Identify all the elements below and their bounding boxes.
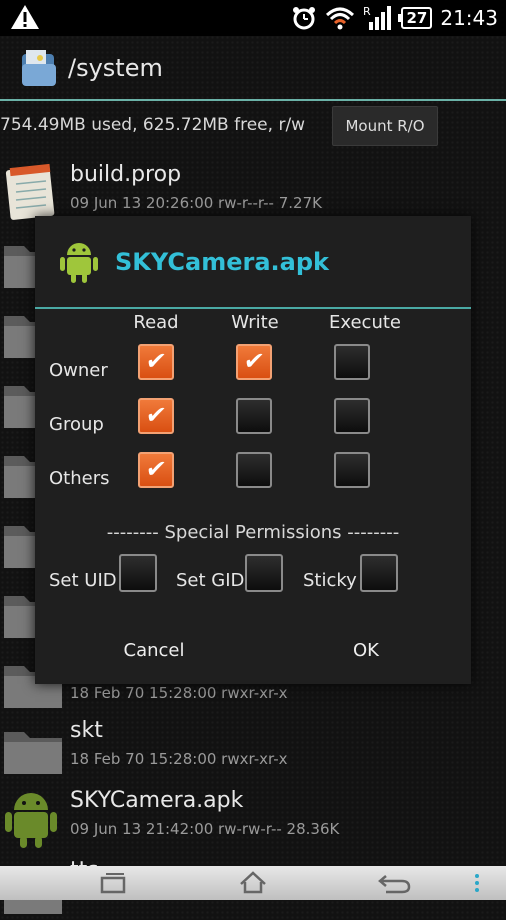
home-icon[interactable] <box>238 870 268 896</box>
others-read-checkbox[interactable] <box>138 452 174 488</box>
file-row[interactable]: SKYCamera.apk 09 Jun 13 21:42:00 rw-rw-r… <box>0 782 506 850</box>
set-uid-checkbox[interactable] <box>119 554 157 592</box>
file-meta: 09 Jun 13 21:42:00 rw-rw-r-- 28.36K <box>70 820 340 838</box>
file-meta: 09 Jun 13 20:26:00 rw-r--r-- 7.27K <box>70 194 322 212</box>
dialog-divider <box>35 307 471 309</box>
group-read-checkbox[interactable] <box>138 398 174 434</box>
permissions-dialog: SKYCamera.apk Read Write Execute Owner G… <box>35 216 471 684</box>
column-write: Write <box>231 312 279 333</box>
file-name: SKYCamera.apk <box>70 788 244 813</box>
others-execute-checkbox[interactable] <box>334 452 370 488</box>
file-row[interactable]: build.prop 09 Jun 13 20:26:00 rw-r--r-- … <box>0 156 506 224</box>
folder-home-icon[interactable] <box>20 48 58 88</box>
android-icon <box>60 243 98 283</box>
folder-icon <box>4 732 62 774</box>
wifi-icon <box>326 7 355 30</box>
back-icon[interactable] <box>376 870 412 896</box>
path-header: /system <box>0 36 506 100</box>
file-row[interactable]: skt 18 Feb 70 15:28:00 rwxr-xr-x <box>0 712 506 780</box>
android-icon <box>5 793 57 848</box>
owner-execute-checkbox[interactable] <box>334 344 370 380</box>
row-label-others: Others <box>49 468 110 489</box>
file-name: build.prop <box>70 162 182 187</box>
file-meta: 18 Feb 70 15:28:00 rwxr-xr-x <box>70 684 288 702</box>
row-label-owner: Owner <box>49 360 108 381</box>
set-gid-label: Set GID <box>176 570 245 591</box>
ok-button[interactable]: OK <box>291 626 441 674</box>
current-path: /system <box>68 54 163 82</box>
storage-usage: 754.49MB used, 625.72MB free, r/w <box>0 115 306 135</box>
dialog-title: SKYCamera.apk <box>115 248 329 276</box>
mount-ro-button[interactable]: Mount R/O <box>332 106 438 146</box>
navigation-bar <box>0 866 506 900</box>
group-execute-checkbox[interactable] <box>334 398 370 434</box>
text-file-icon <box>5 163 55 220</box>
row-label-group: Group <box>49 414 104 435</box>
file-meta: 18 Feb 70 15:28:00 rwxr-xr-x <box>70 750 288 768</box>
column-execute: Execute <box>329 312 401 333</box>
svg-text:R: R <box>363 5 371 18</box>
owner-write-checkbox[interactable] <box>236 344 272 380</box>
status-bar: R 27 21:43 <box>0 0 506 36</box>
clock: 21:43 <box>440 6 498 30</box>
cancel-button[interactable]: Cancel <box>79 626 229 674</box>
recent-apps-icon[interactable] <box>98 870 128 896</box>
alarm-icon <box>293 7 316 30</box>
sticky-checkbox[interactable] <box>360 554 398 592</box>
sticky-label: Sticky <box>303 570 357 591</box>
set-gid-checkbox[interactable] <box>245 554 283 592</box>
column-read: Read <box>133 312 179 333</box>
signal-icon: R <box>363 5 392 30</box>
owner-read-checkbox[interactable] <box>138 344 174 380</box>
menu-dots-icon[interactable] <box>470 870 484 896</box>
group-write-checkbox[interactable] <box>236 398 272 434</box>
file-name: skt <box>70 718 103 743</box>
warning-icon <box>11 5 39 29</box>
set-uid-label: Set UID <box>49 570 117 591</box>
special-permissions-heading: -------- Special Permissions -------- <box>106 522 400 543</box>
header-divider <box>0 99 506 101</box>
others-write-checkbox[interactable] <box>236 452 272 488</box>
battery-icon: 27 <box>398 7 433 29</box>
dialog-header: SKYCamera.apk <box>35 216 471 308</box>
